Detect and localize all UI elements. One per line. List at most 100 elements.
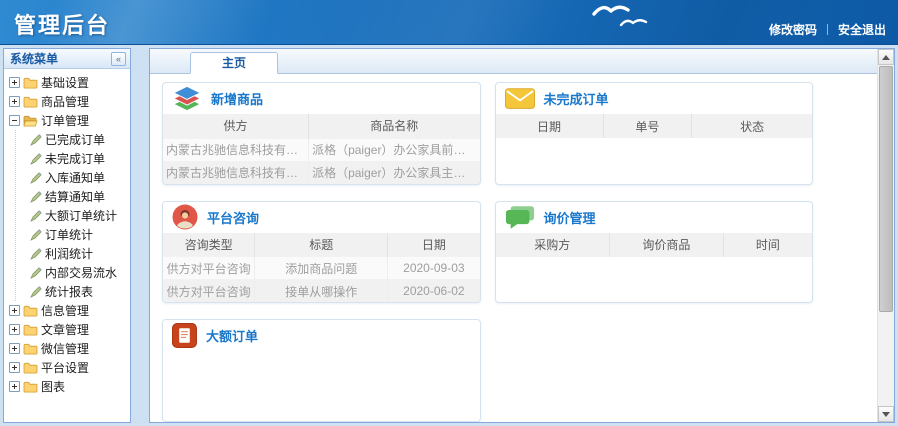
- folder-icon: [23, 305, 38, 317]
- column-header: 商品名称: [308, 114, 480, 138]
- seagulls-graphic: [592, 5, 648, 27]
- page-title: 管理后台: [14, 13, 111, 38]
- panel-title: 未完成订单: [543, 92, 609, 107]
- main-content-column: 主页 新增商品 供方 商品名称 内蒙古兆驰信息科技有限公司 派格（paiger）办公家具…: [150, 49, 877, 422]
- panel-inquiry-mgmt: 询价管理采购方询价商品时间>>查看全部: [494, 200, 813, 304]
- column-header: 供方: [163, 114, 309, 138]
- logout-link[interactable]: 安全退出: [838, 21, 886, 38]
- tree-expander-icon[interactable]: [9, 305, 20, 316]
- tree-node-label: 信息管理: [41, 304, 90, 318]
- scroll-down-button[interactable]: [878, 406, 894, 422]
- tree-expander-icon[interactable]: [9, 343, 20, 354]
- sidebar-tree-leaf[interactable]: 未完成订单: [16, 149, 130, 168]
- tool-icon: [30, 190, 42, 203]
- table-cell: 采购方对平台咨询: [163, 302, 255, 303]
- tree-expander-icon[interactable]: [9, 115, 20, 126]
- sidebar-tree: 基础设置商品管理订单管理已完成订单 未完成订单入库通知单结算通知单大额订单统计订单…: [4, 69, 130, 396]
- tool-icon: [30, 266, 42, 279]
- sidebar-tree-leaf[interactable]: 利润统计: [16, 244, 130, 263]
- sidebar-tree-leaf[interactable]: 入库通知单: [16, 168, 130, 187]
- tree-node-label: 微信管理: [41, 342, 90, 356]
- header-links: 修改密码 安全退出: [769, 21, 886, 38]
- scrollbar-track[interactable]: [878, 65, 894, 406]
- sidebar-tree-node[interactable]: 信息管理: [7, 301, 130, 320]
- panel-title: 大额订单: [206, 329, 259, 345]
- panel-table: 采购方 询价商品 时间: [495, 232, 812, 257]
- table-cell: 接单从哪操作: [254, 279, 388, 303]
- sidebar-collapse-button[interactable]: «: [111, 51, 126, 66]
- sidebar-tree-node[interactable]: 文章管理: [7, 320, 130, 339]
- table-cell: 内蒙古兆驰信息科技有限公司: [163, 137, 309, 161]
- panel-unfinished-orders: 未完成订单日期单号状态>>查看全部: [494, 82, 813, 185]
- sidebar-tree-node[interactable]: 平台设置: [7, 358, 130, 377]
- tree-leaf-label: 入库通知单: [45, 171, 106, 185]
- column-header: 状态: [691, 114, 812, 138]
- panel-body: 供方 商品名称 内蒙古兆驰信息科技有限公司 派格（paiger）办公家具前台P- 内蒙古…: [163, 114, 480, 184]
- sidebar-tree-node[interactable]: 基础设置: [7, 73, 130, 92]
- panel-new-products: 新增商品供方 商品名称 内蒙古兆驰信息科技有限公司 派格（paiger）办公家具前台P…: [162, 82, 481, 185]
- table-cell: 添加商品问题: [254, 256, 388, 280]
- dashboard-panels: 新增商品供方 商品名称 内蒙古兆驰信息科技有限公司 派格（paiger）办公家具前台P…: [150, 74, 877, 422]
- document-icon: [172, 323, 197, 349]
- sidebar-tree-leaf[interactable]: 已完成订单: [16, 130, 130, 149]
- panel-header: 平台咨询: [163, 202, 480, 233]
- sidebar-tree-leaf[interactable]: 结算通知单: [16, 187, 130, 206]
- column-header: 采购方: [495, 232, 610, 257]
- tree-expander-icon[interactable]: [9, 381, 20, 392]
- panel-title: 新增商品: [211, 92, 264, 107]
- tool-icon: [30, 228, 42, 241]
- table-row: 内蒙古兆驰信息科技有限公司 派格（paiger）办公家具前台P-: [163, 137, 480, 161]
- sidebar-header: 系统菜单 «: [4, 49, 130, 69]
- table-cell: 供方对平台咨询: [163, 256, 255, 280]
- table-cell: 2020-02-28: [387, 302, 480, 303]
- sidebar-tree-leaf[interactable]: 大额订单统计: [16, 206, 130, 225]
- table-cell: 2020-09-03: [387, 256, 480, 280]
- panel-header: 新增商品: [163, 83, 480, 114]
- tree-leaf-label: 利润统计: [45, 247, 94, 261]
- tab-home[interactable]: 主页: [190, 52, 278, 74]
- panel-body: [163, 351, 480, 421]
- envelope-icon: [504, 88, 535, 109]
- column-header: 日期: [495, 114, 604, 138]
- sidebar-tree-leaf[interactable]: 订单统计: [16, 225, 130, 244]
- tree-node-label: 文章管理: [41, 323, 90, 337]
- sidebar-tree-leaf[interactable]: 统计报表: [16, 282, 130, 301]
- tree-leaf-label: 内部交易流水: [45, 266, 118, 280]
- panel-title: 平台咨询: [207, 210, 260, 226]
- person-icon: [172, 204, 198, 230]
- table-cell: 供方对平台咨询: [163, 279, 255, 303]
- sidebar-tree-node[interactable]: 订单管理: [7, 111, 130, 130]
- tree-expander-icon[interactable]: [9, 77, 20, 88]
- tree-leaf-label: 大额订单统计: [45, 209, 118, 223]
- panel-table: 咨询类型 标题 日期 供方对平台咨询 添加商品问题 2020-09-03 供方对平台咨询 接单…: [163, 232, 480, 303]
- scroll-up-button[interactable]: [878, 49, 894, 65]
- sidebar-tree-node[interactable]: 微信管理: [7, 339, 130, 358]
- panel-large-orders: 大额订单: [162, 319, 481, 422]
- change-password-link[interactable]: 修改密码: [769, 21, 817, 38]
- tool-icon: [30, 171, 42, 184]
- main-area: 主页 新增商品 供方 商品名称 内蒙古兆驰信息科技有限公司 派格（paiger）办公家具…: [149, 48, 895, 423]
- tree-leaf-label: 结算通知单: [45, 190, 106, 204]
- scrollbar-thumb[interactable]: [879, 66, 893, 312]
- table-cell: 内蒙古兆驰信息科技有限公司: [163, 160, 309, 184]
- column-header: 日期: [387, 232, 480, 257]
- main-scrollbar[interactable]: [877, 49, 894, 422]
- column-header: 标题: [254, 232, 388, 257]
- table-row: 内蒙古兆驰信息科技有限公司派格（paiger）办公家具主管桌P: [163, 183, 480, 184]
- panel-header: 未完成订单: [496, 83, 813, 114]
- table-cell: 内蒙古兆驰信息科技有限公司: [163, 183, 309, 184]
- tree-expander-icon[interactable]: [9, 324, 20, 335]
- tree-expander-icon[interactable]: [9, 362, 20, 373]
- sidebar-tree-node[interactable]: 图表: [7, 377, 130, 396]
- table-row: 供方对平台咨询 接单从哪操作 2020-06-02: [163, 279, 480, 303]
- tree-children: 已完成订单 未完成订单入库通知单结算通知单大额订单统计订单统计利润统计内部交易流水…: [15, 130, 130, 301]
- arrow-down-icon: [882, 411, 890, 417]
- tree-expander-icon[interactable]: [9, 96, 20, 107]
- table-row: 内蒙古兆驰信息科技有限公司派格（paiger）办公家具主管桌P: [163, 160, 480, 184]
- sidebar-tree-leaf[interactable]: 内部交易流水: [16, 263, 130, 282]
- panel-header: 大额订单: [163, 320, 480, 351]
- table-header-row: 采购方 询价商品 时间: [495, 232, 812, 257]
- tree-node-label: 订单管理: [41, 114, 90, 128]
- sidebar-tree-node[interactable]: 商品管理: [7, 92, 130, 111]
- tree-node-label: 基础设置: [41, 76, 90, 90]
